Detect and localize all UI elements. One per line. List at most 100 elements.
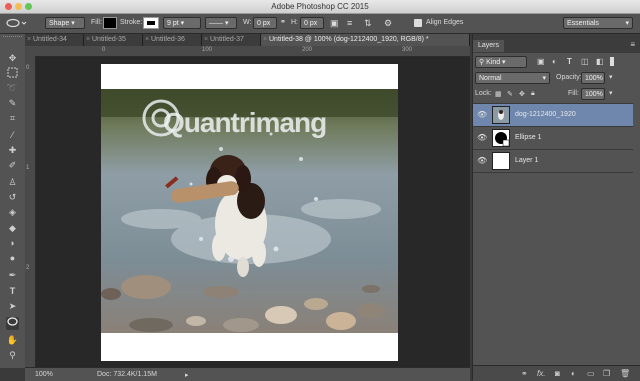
tab-layers[interactable]: Layers [473, 40, 505, 52]
close-tab-icon[interactable]: × [27, 34, 31, 46]
filter-toggle-icon[interactable] [610, 57, 614, 66]
layer-row[interactable]: 👁︎ Layer 1 [473, 149, 633, 173]
filter-smart-object-icon[interactable]: ◧ [596, 57, 604, 66]
clone-stamp-tool-icon[interactable]: ♙ [6, 176, 19, 189]
fill-swatch[interactable] [103, 17, 117, 29]
tab-label: Untitled-38 @ 100% (dog-1212400_1920, RG… [269, 36, 429, 43]
path-selection-tool-icon[interactable]: ➤ [6, 300, 19, 313]
search-icon: ⚲ [479, 59, 485, 66]
lasso-tool-icon[interactable]: ➰ [6, 82, 19, 95]
lock-transparency-icon[interactable]: ▦ [495, 90, 502, 98]
stroke-type-select[interactable]: —— ▾ [205, 17, 237, 29]
document-tabs: × Untitled-34 × Untitled-35 × Untitled-36 ×… [25, 34, 470, 46]
eraser-tool-icon[interactable]: ◈ [6, 206, 19, 219]
hand-tool-icon[interactable]: ✋ [6, 334, 19, 347]
add-mask-icon[interactable]: ◙ [555, 369, 560, 378]
close-tab-icon[interactable]: × [145, 34, 149, 46]
crop-tool-icon[interactable]: ⌗ [6, 112, 19, 125]
workspace-select[interactable]: Essentials ▾ [563, 17, 633, 29]
fill-dropdown-icon[interactable]: ▾ [609, 89, 613, 97]
layer-name: dog-1212400_1920 [515, 111, 576, 118]
filter-shape-icon[interactable]: ◫ [581, 57, 589, 66]
gear-icon[interactable]: ⚙ [384, 17, 392, 29]
align-edges-checkbox[interactable] [414, 19, 422, 27]
quick-selection-tool-icon[interactable]: ✎ [6, 97, 19, 110]
lock-label: Lock: [475, 90, 492, 97]
status-menu-arrow-icon[interactable]: ▸ [185, 371, 189, 379]
options-bar: Shape ▾ Fill: Stroke: 9 pt ▾ —— ▾ W: 0 p… [0, 14, 640, 34]
filter-adjustment-icon[interactable]: ◐ [552, 57, 557, 66]
brush-tool-icon[interactable]: ✐ [6, 159, 19, 172]
link-icon[interactable]: ⚭ [280, 17, 286, 29]
fx-icon[interactable]: fx. [537, 369, 545, 378]
lock-icon[interactable]: 🔒︎ [531, 90, 535, 98]
zoom-tool-icon[interactable]: ⚲ [6, 349, 19, 362]
healing-brush-tool-icon[interactable]: ✚ [6, 144, 19, 157]
path-alignment-icon[interactable]: ≡ [347, 17, 352, 29]
visibility-eye-icon[interactable]: 👁︎ [477, 110, 487, 119]
visibility-eye-icon[interactable]: 👁︎ [477, 156, 487, 165]
opacity-dropdown-icon[interactable]: ▾ [609, 73, 613, 81]
tool-mode-select[interactable]: Shape ▾ [45, 17, 85, 29]
ruler-tick: 2 [26, 265, 30, 271]
stroke-swatch[interactable] [143, 17, 159, 29]
filter-pixel-icon[interactable]: ▣ [537, 57, 545, 66]
tab-label: Untitled-34 [33, 36, 67, 43]
blend-mode-select[interactable]: Normal ▾ [475, 72, 550, 84]
close-tab-icon[interactable]: × [86, 34, 90, 46]
ruler-tick: 0 [26, 65, 30, 71]
dodge-tool-icon[interactable]: ● [6, 252, 19, 265]
new-group-icon[interactable]: ▭ [587, 369, 595, 378]
fill-label: Fill: [568, 90, 579, 97]
align-edges-label: Align Edges [426, 19, 464, 26]
path-arrangement-icon[interactable]: ⇅ [364, 17, 372, 29]
close-tab-icon[interactable]: × [204, 34, 208, 46]
opacity-input[interactable]: 100% [581, 72, 605, 84]
stroke-width-field[interactable]: 9 pt ▾ [163, 17, 201, 29]
layer-thumbnail [492, 129, 510, 147]
tab-untitled-36[interactable]: × Untitled-36 [143, 34, 202, 46]
tab-label: Untitled-37 [210, 36, 244, 43]
layer-row[interactable]: 👁︎ dog-1212400_1920 [473, 103, 633, 126]
filter-type-icon[interactable]: T [567, 57, 572, 66]
history-brush-tool-icon[interactable]: ↺ [6, 191, 19, 204]
lock-pixels-icon[interactable]: ✎ [507, 90, 513, 98]
adjustment-layer-icon[interactable]: ◐ [571, 369, 576, 378]
width-input[interactable]: 0 px [253, 17, 277, 29]
tab-untitled-38[interactable]: × Untitled-38 @ 100% (dog-1212400_1920, R… [261, 34, 470, 46]
trash-icon[interactable]: 🗑︎ [620, 369, 630, 378]
ellipse-tool-icon[interactable] [6, 317, 19, 330]
pen-tool-icon[interactable]: ✒ [6, 269, 19, 282]
ellipse-tool-preset-icon[interactable] [4, 17, 28, 29]
layer-name: Layer 1 [515, 157, 539, 164]
move-tool-icon[interactable]: ✥ [6, 52, 19, 65]
height-input[interactable]: 0 px [300, 17, 324, 29]
visibility-eye-icon[interactable]: 👁︎ [477, 133, 487, 142]
w-label: W: [243, 19, 252, 26]
link-layers-icon[interactable]: ⚭ [521, 369, 528, 378]
panel-menu-icon[interactable]: ≡ [630, 40, 635, 49]
layers-panel-footer: ⚭ fx. ◙ ◐ ▭ ❐ 🗑︎ [473, 365, 640, 381]
paint-bucket-tool-icon[interactable]: ◆ [6, 222, 19, 235]
path-operations-icon[interactable]: ▣ [330, 17, 339, 29]
document-size[interactable]: Doc: 732.4K/1.15M [97, 371, 157, 378]
eyedropper-tool-icon[interactable]: ⁄ [6, 129, 19, 142]
tab-untitled-37[interactable]: × Untitled-37 [202, 34, 261, 46]
marquee-tool-icon[interactable] [6, 67, 19, 80]
zoom-level[interactable]: 100% [35, 371, 53, 378]
vertical-ruler[interactable]: 0 1 2 [25, 56, 36, 367]
workspace-value: Essentials [567, 20, 599, 27]
layer-row[interactable]: 👁︎ Ellipse 1 [473, 126, 633, 149]
horizontal-ruler[interactable]: 0 100 200 300 [25, 46, 470, 57]
tab-untitled-35[interactable]: × Untitled-35 [84, 34, 143, 46]
fill-input[interactable]: 100% [581, 88, 605, 100]
ruler-tick: 200 [302, 47, 313, 53]
layers-panel: Layers ≡ ⚲ Kind ▾ ▣ ◐ T ◫ ◧ Normal ▾ Opac… [472, 34, 640, 381]
close-tab-icon[interactable]: × [263, 34, 267, 46]
type-tool-icon[interactable]: T [6, 285, 19, 298]
new-layer-icon[interactable]: ❐ [603, 369, 610, 378]
blur-tool-icon[interactable]: ◗ [6, 237, 19, 250]
tab-untitled-34[interactable]: × Untitled-34 [25, 34, 84, 46]
lock-position-icon[interactable]: ✥ [519, 90, 525, 98]
filter-kind-select[interactable]: ⚲ Kind ▾ [475, 56, 527, 68]
